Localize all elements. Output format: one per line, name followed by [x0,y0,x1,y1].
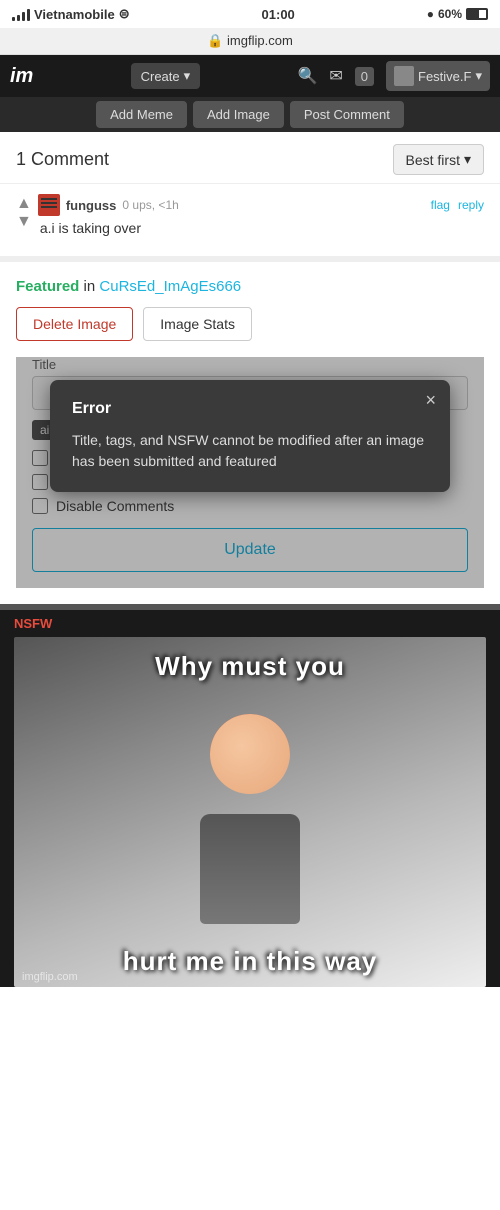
featured-buttons: Delete Image Image Stats [16,307,484,341]
sub-nav: Add Meme Add Image Post Comment [0,97,500,132]
featured-community-link[interactable]: CuRsEd_ImAgEs666 [99,278,241,295]
status-bar: Vietnamobile ⊜ 01:00 ● 60% [0,0,500,28]
modal-overlay: × Error Title, tags, and NSFW cannot be … [0,380,500,492]
disable-comments-row: Disable Comments [32,498,468,514]
notification-count[interactable]: 0 [355,67,374,86]
sort-button[interactable]: Best first ▾ [393,144,485,175]
flag-link[interactable]: flag [431,198,450,212]
signal-bars [12,7,30,21]
modal-box: × Error Title, tags, and NSFW cannot be … [50,380,450,492]
comment-text: a.i is taking over [38,220,484,236]
comment-section: ▲ ▼ funguss 0 ups, <1h flag reply a.i is… [0,184,500,256]
character-head [210,714,290,794]
page-wrapper: Vietnamobile ⊜ 01:00 ● 60% 🔒 imgflip.com… [0,0,500,987]
vote-down-button[interactable]: ▼ [16,214,32,230]
comment-content: funguss 0 ups, <1h flag reply a.i is tak… [38,194,484,236]
image-stats-button[interactable]: Image Stats [143,307,252,341]
mail-icon[interactable]: ✉ [329,66,342,86]
comment-actions: flag reply [431,198,484,212]
nsfw-label: NSFW [14,616,486,631]
nsfw-section: NSFW Why must you hurt me in this way im… [0,604,500,987]
battery-icon [466,8,488,20]
character-body [200,814,300,924]
nav-bar: im Create ▾ 🔍 ✉ 0 Festive.F ▾ [0,55,500,97]
create-button[interactable]: Create ▾ [131,63,201,89]
create-label: Create [141,69,180,84]
featured-in: in [84,278,96,295]
add-image-button[interactable]: Add Image [193,101,284,128]
url-bar: 🔒 imgflip.com [0,28,500,55]
create-chevron-icon: ▾ [184,68,191,84]
meme-character [14,704,486,924]
post-comment-button[interactable]: Post Comment [290,101,404,128]
url-text: imgflip.com [227,33,293,48]
location-icon: ● [427,7,434,21]
delete-image-button[interactable]: Delete Image [16,307,133,341]
wifi-icon: ⊜ [119,6,130,22]
modal-close-button[interactable]: × [425,390,436,411]
sort-chevron-icon: ▾ [464,151,471,168]
sort-label: Best first [406,152,460,168]
add-meme-button[interactable]: Add Meme [96,101,187,128]
meme-image: Why must you hurt me in this way imgflip… [14,637,486,987]
lock-icon: 🔒 [207,33,223,48]
meme-bottom-text: hurt me in this way [14,946,486,987]
logo: im [10,65,33,88]
commenter-name: funguss [66,198,117,213]
nav-icons: 🔍 ✉ 0 Festive.F ▾ [297,61,490,91]
avatar [38,194,60,216]
featured-label: Featured [16,278,79,295]
watermark: imgflip.com [22,971,78,983]
search-icon[interactable]: 🔍 [297,66,317,86]
featured-text: Featured in CuRsEd_ImAgEs666 [16,278,484,295]
meme-top-text: Why must you [14,637,486,682]
reply-link[interactable]: reply [458,198,484,212]
status-left: Vietnamobile ⊜ [12,6,130,22]
modal-title: Error [72,400,428,418]
user-chevron-icon: ▾ [475,68,482,84]
disable-comments-checkbox[interactable] [32,498,48,514]
comments-header: 1 Comment Best first ▾ [0,132,500,184]
disable-comments-label: Disable Comments [56,498,174,514]
table-row: ▲ ▼ funguss 0 ups, <1h flag reply a.i is… [0,184,500,246]
comment-stats: 0 ups, <1h [122,198,178,212]
user-menu-button[interactable]: Festive.F ▾ [386,61,490,91]
update-button[interactable]: Update [32,528,468,572]
modal-body: Title, tags, and NSFW cannot be modified… [72,430,428,472]
avatar [394,66,414,86]
username-label: Festive.F [418,69,471,84]
title-label: Title [32,357,468,372]
status-right: ● 60% [427,7,488,21]
vote-controls: ▲ ▼ [16,196,32,230]
battery-percent: 60% [438,7,462,21]
comment-meta: funguss 0 ups, <1h flag reply [38,194,484,216]
vote-up-button[interactable]: ▲ [16,196,32,212]
logo-text: im [10,65,33,87]
comments-title: 1 Comment [16,149,109,170]
carrier-name: Vietnamobile [34,7,115,22]
status-time: 01:00 [262,7,295,22]
